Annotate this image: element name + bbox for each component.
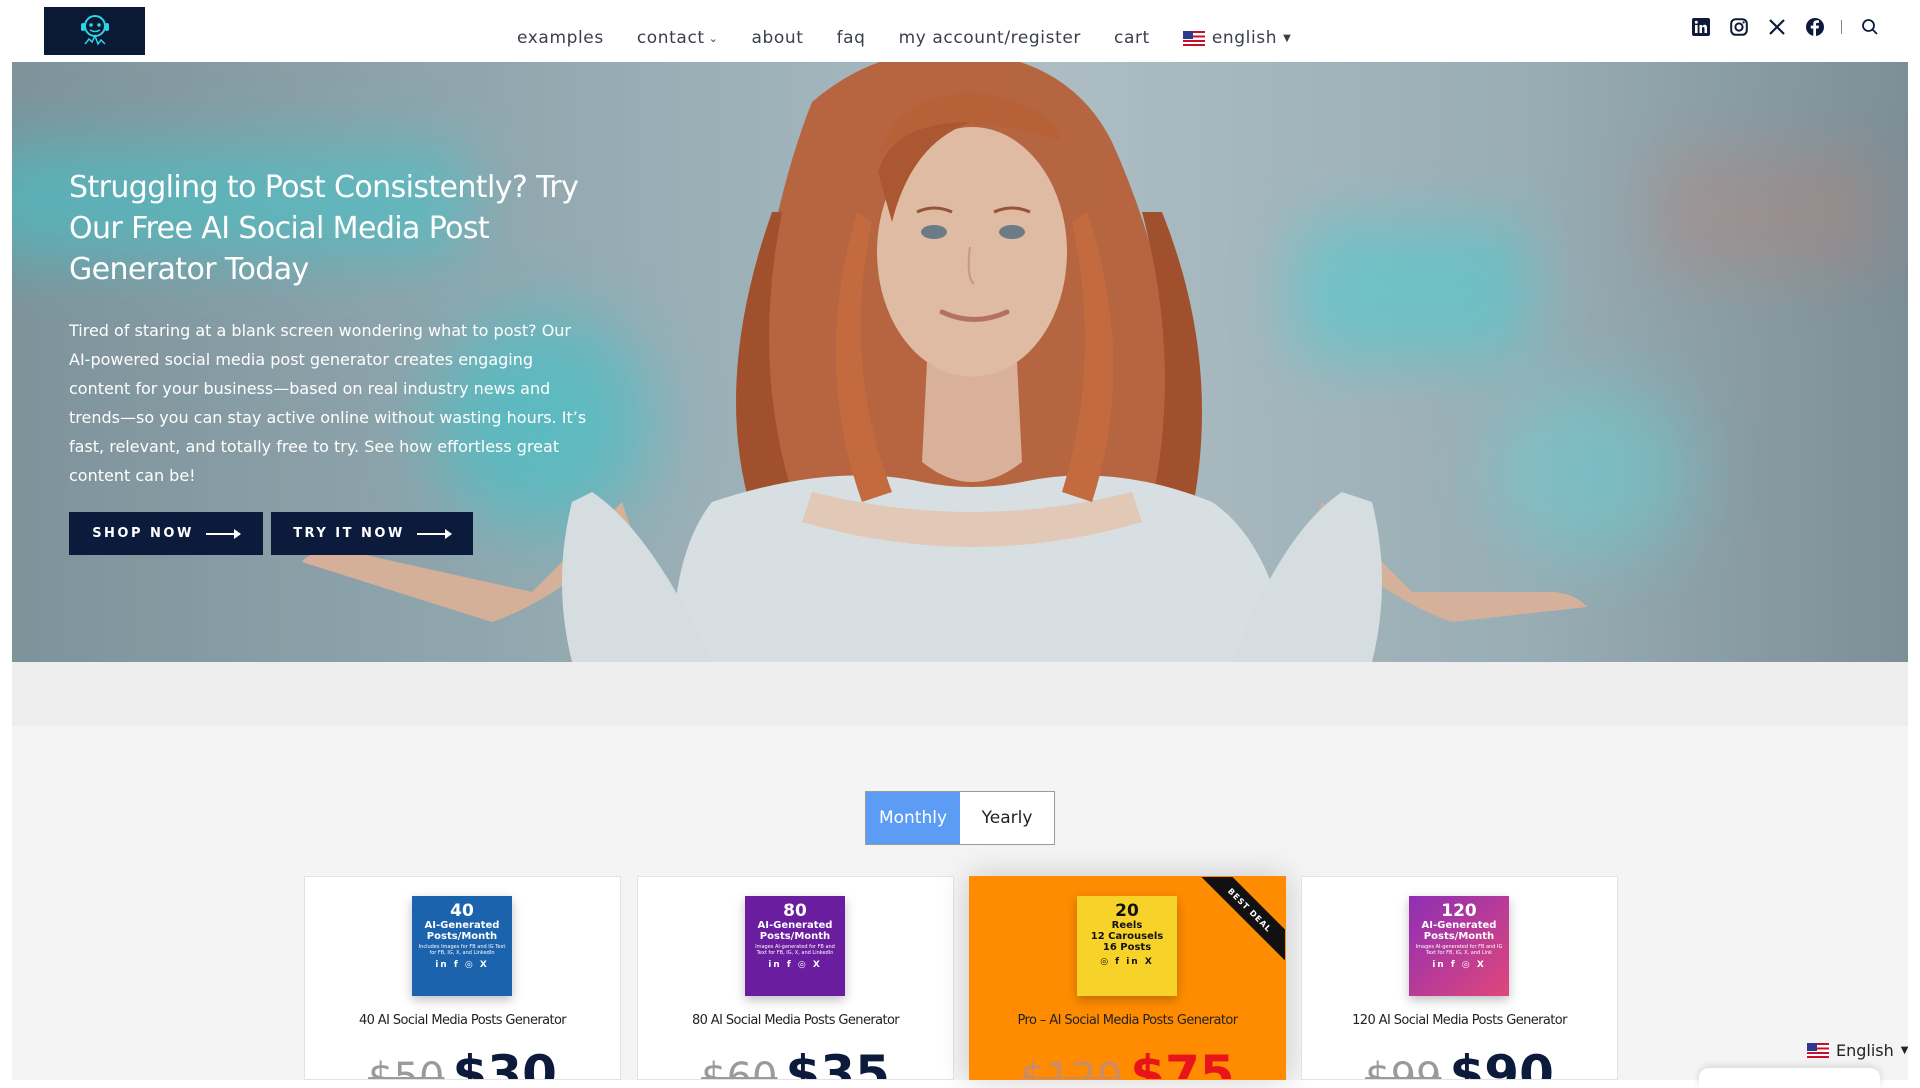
pricing-card-pro[interactable]: BEST DEAL 20 Reels 12 Carousels 16 Posts… (969, 876, 1286, 1080)
shop-now-button[interactable]: SHOP NOW (69, 512, 263, 555)
us-flag-icon (1807, 1043, 1829, 1058)
current-price: $75 (1130, 1045, 1235, 1080)
chevron-down-icon: ⌄ (708, 31, 719, 45)
divider (1841, 20, 1842, 34)
pricing-card-40-posts[interactable]: 40 AI-Generated Posts/Month Includes Ima… (304, 876, 621, 1080)
old-price: $50 (368, 1055, 445, 1080)
old-price: $120 (1020, 1055, 1123, 1080)
product-image: 80 AI-Generated Posts/Month Images AI-ge… (745, 896, 845, 996)
social-platform-icons: in f ◎ X (1432, 960, 1486, 970)
social-platform-icons: in f ◎ X (435, 960, 489, 970)
price: $50 $30 (305, 1045, 620, 1080)
nav-contact[interactable]: contact ⌄ (637, 28, 719, 48)
main-nav: examples contact ⌄ about faq my account/r… (517, 28, 1291, 48)
product-name[interactable]: 80 AI Social Media Posts Generator (638, 1013, 953, 1028)
caret-down-icon: ▼ (1900, 1045, 1909, 1056)
yearly-toggle-button[interactable]: Yearly (960, 792, 1054, 844)
hero-title: Struggling to Post Consistently? Try Our… (69, 170, 579, 287)
chat-widget[interactable] (1699, 1068, 1880, 1088)
nav-my-account[interactable]: my account/register (899, 28, 1081, 48)
old-price: $99 (1365, 1055, 1442, 1080)
linkedin-icon[interactable] (1691, 17, 1711, 37)
current-price: $30 (452, 1045, 557, 1080)
price: $120 $75 (970, 1045, 1285, 1080)
x-icon[interactable] (1767, 17, 1787, 37)
hero-banner: Struggling to Post Consistently? Try Our… (12, 62, 1908, 662)
pricing-card-120-posts[interactable]: 120 AI-Generated Posts/Month Images AI-g… (1301, 876, 1618, 1080)
floating-language-switcher[interactable]: English ▼ (1807, 1041, 1908, 1060)
billing-toggle: Monthly Yearly (865, 791, 1055, 845)
site-logo[interactable] (44, 7, 145, 55)
product-name[interactable]: 40 AI Social Media Posts Generator (305, 1013, 620, 1028)
price: $99 $90 (1302, 1045, 1617, 1080)
hero-description: Tired of staring at a blank screen wonde… (69, 321, 587, 485)
current-price: $35 (785, 1045, 890, 1080)
us-flag-icon (1182, 30, 1205, 46)
product-image: 40 AI-Generated Posts/Month Includes Ima… (412, 896, 512, 996)
old-price: $60 (701, 1055, 778, 1080)
best-deal-ribbon: BEST DEAL (1196, 877, 1285, 964)
site-header: examples contact ⌄ about faq my account/r… (0, 0, 1920, 62)
nav-examples[interactable]: examples (517, 28, 604, 48)
language-selector[interactable]: english ▼ (1182, 28, 1292, 48)
nav-cart[interactable]: cart (1114, 28, 1150, 48)
product-image: 20 Reels 12 Carousels 16 Posts ◎ f in X (1077, 896, 1177, 996)
pricing-section (12, 662, 1908, 1080)
product-name[interactable]: Pro – AI Social Media Posts Generator (970, 1013, 1285, 1028)
robot-logo-icon (80, 15, 109, 46)
caret-down-icon: ▼ (1283, 32, 1292, 44)
arrow-right-icon (416, 528, 452, 539)
instagram-icon[interactable] (1729, 17, 1749, 37)
current-price: $90 (1449, 1045, 1554, 1080)
product-name[interactable]: 120 AI Social Media Posts Generator (1302, 1013, 1617, 1028)
nav-about[interactable]: about (752, 28, 804, 48)
product-image: 120 AI-Generated Posts/Month Images AI-g… (1409, 896, 1509, 996)
hero-buttons: SHOP NOW TRY IT NOW (69, 512, 481, 555)
social-links (1673, 17, 1880, 37)
search-icon[interactable] (1860, 17, 1880, 37)
pricing-card-80-posts[interactable]: 80 AI-Generated Posts/Month Images AI-ge… (637, 876, 954, 1080)
price: $60 $35 (638, 1045, 953, 1080)
arrow-right-icon (205, 528, 241, 539)
monthly-toggle-button[interactable]: Monthly (866, 792, 960, 844)
facebook-icon[interactable] (1805, 17, 1825, 37)
nav-faq[interactable]: faq (837, 28, 866, 48)
social-platform-icons: in f ◎ X (768, 960, 822, 970)
try-it-now-button[interactable]: TRY IT NOW (271, 512, 473, 555)
social-platform-icons: ◎ f in X (1100, 957, 1154, 967)
hero-copy: Struggling to Post Consistently? Try Our… (69, 167, 589, 490)
